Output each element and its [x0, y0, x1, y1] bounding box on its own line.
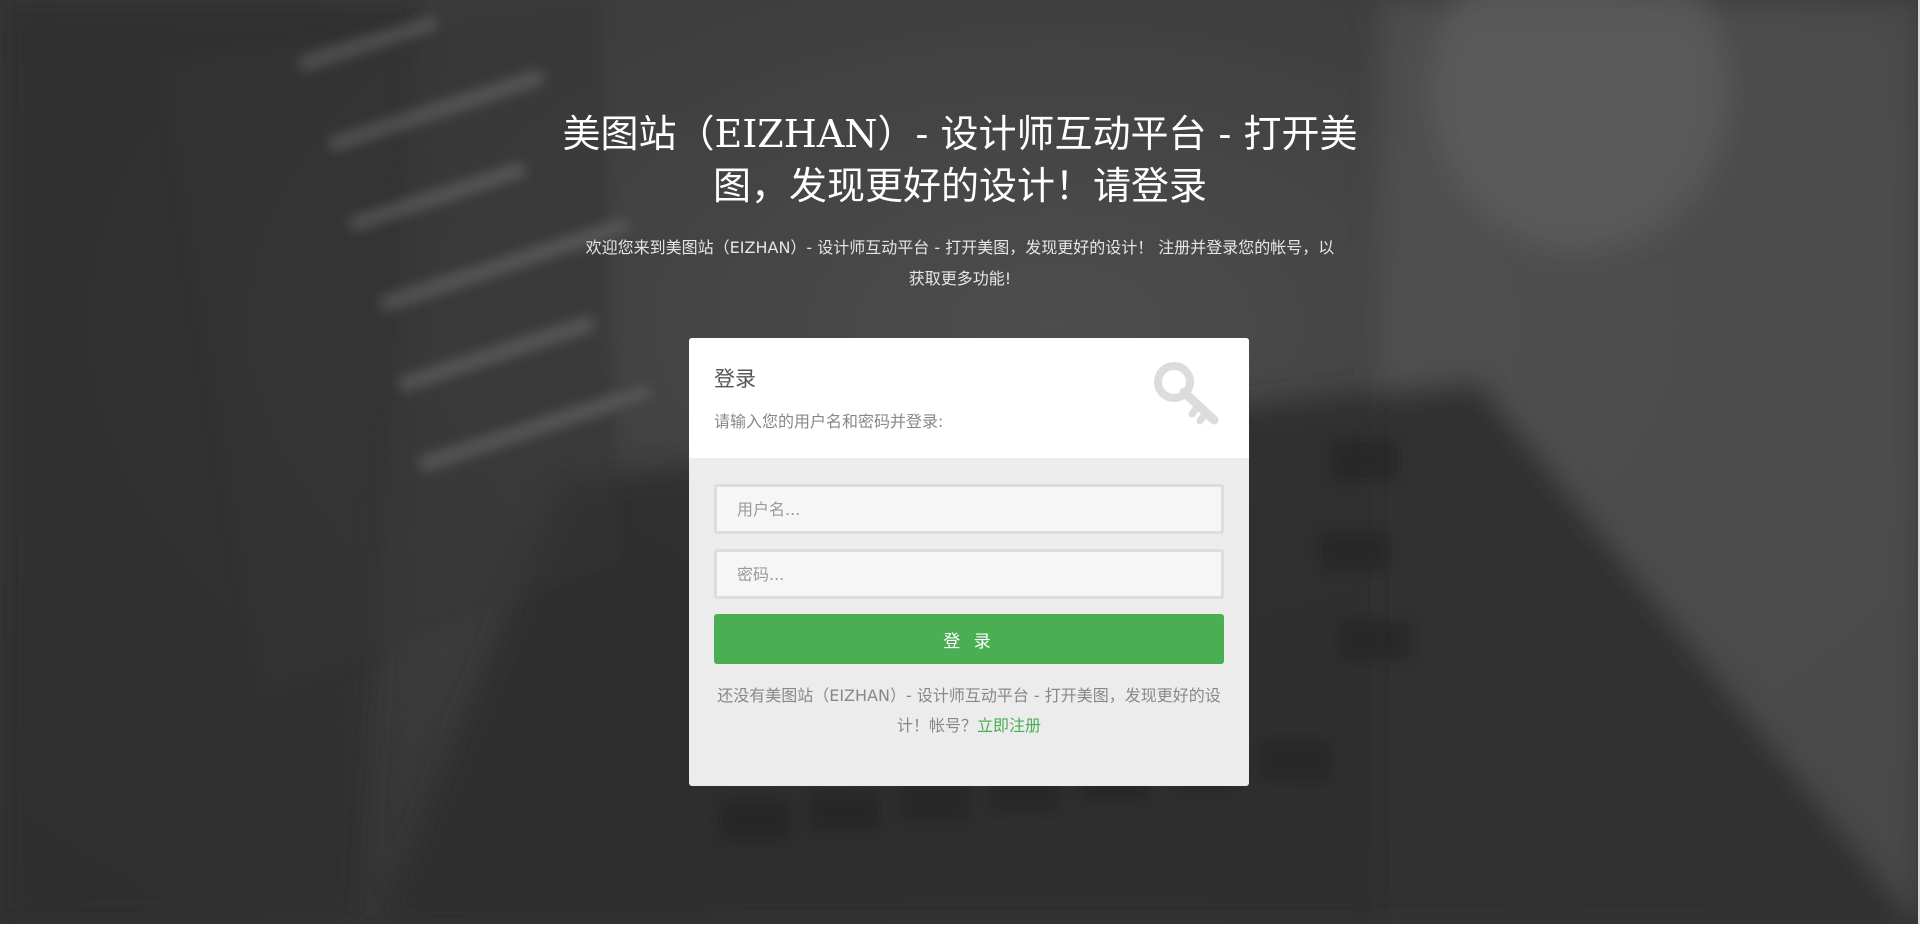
login-card-header: 登录 请输入您的用户名和密码并登录:: [689, 338, 1249, 458]
key-icon: [1154, 362, 1219, 425]
login-title: 登录: [714, 367, 756, 391]
register-link[interactable]: 立即注册: [977, 716, 1041, 735]
login-description: 请输入您的用户名和密码并登录:: [714, 412, 944, 431]
login-button[interactable]: 登 录: [714, 614, 1224, 664]
login-card: 登录 请输入您的用户名和密码并登录: 登 录 还没有美图站（EIZHAN）- 设…: [689, 338, 1249, 786]
page-headline: 美图站（EIZHAN）- 设计师互动平台 - 打开美图，发现更好的设计！请登录: [562, 112, 1358, 208]
register-prompt-text: 还没有美图站（EIZHAN）- 设计师互动平台 - 打开美图，发现更好的设计！帐…: [717, 686, 1221, 735]
username-input[interactable]: [714, 484, 1224, 534]
password-input[interactable]: [714, 549, 1224, 599]
register-prompt: 还没有美图站（EIZHAN）- 设计师互动平台 - 打开美图，发现更好的设计！帐…: [714, 681, 1224, 741]
login-form: 登 录 还没有美图站（EIZHAN）- 设计师互动平台 - 打开美图，发现更好的…: [689, 458, 1249, 741]
page-subheadline: 欢迎您来到美图站（EIZHAN）- 设计师互动平台 - 打开美图，发现更好的设计…: [585, 238, 1335, 288]
login-page: 美图站（EIZHAN）- 设计师互动平台 - 打开美图，发现更好的设计！请登录 …: [0, 0, 1920, 950]
